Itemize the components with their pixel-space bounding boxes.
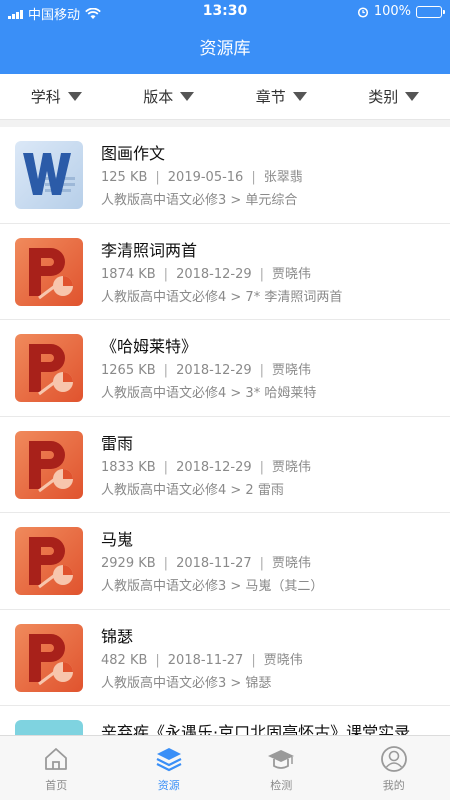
resource-meta: 1874 KB | 2018-12-29 | 贾晓伟 (101, 266, 312, 282)
filter-bar: 学科 版本 章节 类别 (0, 74, 450, 120)
upload-date: 2018-11-27 (176, 556, 252, 571)
resource-title: 锦瑟 (101, 626, 134, 646)
tab-mine[interactable]: 我的 (338, 736, 450, 800)
resource-title: 李清照词两首 (101, 240, 198, 260)
author: 贾晓伟 (272, 363, 312, 378)
tab-resources[interactable]: 资源 (113, 736, 226, 800)
powerpoint-file-icon (15, 237, 83, 306)
resource-path: 人教版高中语文必修3 > 锦瑟 (101, 675, 272, 691)
resource-path: 人教版高中语文必修4 > 3* 哈姆莱特 (101, 386, 317, 401)
list-item[interactable]: 马嵬 2929 KB | 2018-11-27 | 贾晓伟 人教版高中语文必修3 > 马… (0, 513, 450, 610)
list-item[interactable]: 李清照词两首 1874 KB | 2018-12-29 | 贾晓伟 人教版高中语文必修4… (0, 224, 450, 320)
caret-down-icon (292, 92, 307, 101)
resource-path: 人教版高中语文必修3 > 马嵬（其二） (101, 579, 324, 594)
upload-date: 2018-12-29 (176, 266, 252, 282)
file-size: 1874 KB (101, 266, 156, 282)
filter-label: 版本 (143, 88, 174, 106)
user-icon (380, 746, 407, 772)
list-item[interactable]: 锦瑟 482 KB | 2018-11-27 | 贾晓伟 人教版高中语文必修3 > 锦瑟 (0, 610, 450, 706)
graduation-cap-icon (268, 750, 295, 769)
caret-down-icon (180, 92, 195, 101)
word-document-icon (15, 141, 83, 209)
author: 贾晓伟 (272, 556, 312, 571)
home-icon (45, 748, 68, 770)
page-header: 资源库 (0, 24, 450, 74)
list-item[interactable]: 《哈姆莱特》 1265 KB | 2018-12-29 | 贾晓伟 人教版高中语文必修4… (0, 320, 450, 417)
resource-title: 马嵬 (101, 530, 134, 549)
file-size: 125 KB (101, 170, 148, 185)
author: 张翠翡 (263, 170, 303, 185)
tab-test[interactable]: 检测 (225, 736, 338, 800)
powerpoint-file-icon (15, 623, 83, 692)
battery-percent: 100% (373, 4, 411, 19)
caret-down-icon (67, 92, 82, 101)
upload-date: 2018-12-29 (176, 363, 252, 378)
file-size: 482 KB (101, 652, 148, 668)
file-size: 1265 KB (101, 363, 156, 378)
resource-title: 《哈姆莱特》 (101, 337, 198, 356)
filter-label: 章节 (255, 88, 286, 106)
video-file-icon (15, 720, 83, 735)
resource-path: 人教版高中语文必修4 > 2 雷雨 (101, 482, 284, 498)
upload-date: 2018-11-27 (167, 652, 244, 668)
tab-label: 我的 (382, 779, 405, 792)
resource-path: 人教版高中语文必修3 > 单元综合 (101, 193, 298, 208)
resource-meta: 482 KB | 2018-11-27 | 贾晓伟 (101, 652, 303, 668)
status-bar: 中国移动 13:30 100% (0, 0, 450, 24)
powerpoint-file-icon (15, 527, 83, 595)
filter-label: 类别 (368, 88, 399, 106)
filter-chapter[interactable]: 章节 (225, 74, 338, 119)
filter-category[interactable]: 类别 (338, 74, 450, 119)
list-item[interactable]: 辛弃疾《永遇乐·京口北固亭怀古》课堂实录 (0, 706, 450, 735)
page-title: 资源库 (199, 39, 251, 59)
resource-list: 图画作文 125 KB | 2019-05-16 | 张翠翡 人教版高中语文必修3 > … (0, 127, 450, 735)
list-item[interactable]: 雷雨 1833 KB | 2018-12-29 | 贾晓伟 人教版高中语文必修4 > 2… (0, 417, 450, 513)
powerpoint-file-icon (15, 334, 83, 402)
resource-title: 图画作文 (101, 144, 166, 163)
resource-meta: 125 KB | 2019-05-16 | 张翠翡 (101, 170, 303, 185)
upload-date: 2018-12-29 (176, 459, 252, 475)
resource-meta: 1833 KB | 2018-12-29 | 贾晓伟 (101, 459, 312, 475)
alarm-icon (357, 6, 368, 18)
filter-edition[interactable]: 版本 (113, 74, 226, 119)
tab-label: 资源 (157, 779, 180, 792)
powerpoint-file-icon (15, 430, 83, 499)
caret-down-icon (405, 92, 420, 101)
resource-meta: 2929 KB | 2018-11-27 | 贾晓伟 (101, 556, 312, 571)
author: 贾晓伟 (272, 266, 312, 282)
battery-icon (416, 5, 445, 18)
author: 贾晓伟 (272, 459, 312, 475)
filter-label: 学科 (30, 88, 61, 106)
tab-label: 检测 (270, 779, 293, 792)
status-right: 100% (357, 4, 445, 19)
resource-path: 人教版高中语文必修4 > 7* 李清照词两首 (101, 289, 343, 305)
file-size: 1833 KB (101, 459, 156, 475)
resource-title: 雷雨 (101, 433, 134, 453)
upload-date: 2019-05-16 (167, 170, 244, 185)
layers-icon (156, 748, 182, 772)
tab-home[interactable]: 首页 (0, 736, 113, 800)
resource-meta: 1265 KB | 2018-12-29 | 贾晓伟 (101, 363, 312, 378)
resource-title: 辛弃疾《永遇乐·京口北固亭怀古》课堂实录 (101, 723, 411, 735)
section-gap (0, 120, 450, 127)
filter-subject[interactable]: 学科 (0, 74, 113, 119)
author: 贾晓伟 (263, 652, 303, 668)
list-item[interactable]: 图画作文 125 KB | 2019-05-16 | 张翠翡 人教版高中语文必修3 > … (0, 127, 450, 224)
file-size: 2929 KB (101, 556, 156, 571)
tab-bar: 首页 资源 检测 我的 (0, 735, 450, 800)
tab-label: 首页 (45, 779, 68, 792)
